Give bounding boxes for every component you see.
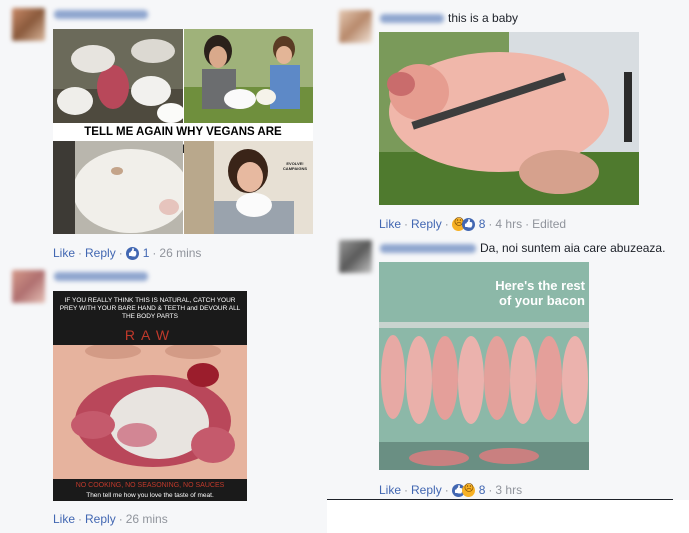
rabbit-photo (53, 141, 183, 234)
author-name[interactable] (380, 244, 476, 253)
comment-actions: Like · Reply · 26 mins (53, 512, 168, 526)
reaction-count[interactable]: 8 (479, 217, 486, 231)
image-text-bottom2: Then tell me how you love the taste of m… (86, 492, 214, 499)
reaction-count[interactable]: 1 (143, 246, 150, 260)
like-link[interactable]: Like (53, 512, 75, 526)
reply-link[interactable]: Reply (411, 483, 442, 497)
campaign-logo-text: EVOLVE! CAMPAIGNS (282, 161, 308, 171)
author-name[interactable] (380, 14, 444, 23)
divider (327, 499, 673, 500)
comment-text: this is a baby (448, 11, 519, 25)
sad-reaction-icon[interactable] (461, 483, 475, 497)
comment-actions: Like · Reply · 1 · 26 mins (53, 246, 201, 260)
author-name[interactable] (54, 10, 148, 19)
like-link[interactable]: Like (379, 483, 401, 497)
image-headline: Here's the rest of your bacon (495, 278, 585, 308)
piglet-photo (379, 32, 639, 205)
timestamp[interactable]: 4 hrs (495, 217, 522, 231)
birds-photo (53, 29, 183, 123)
piglet-image[interactable] (379, 32, 639, 205)
like-reaction-icon[interactable] (461, 217, 475, 231)
timestamp[interactable]: 26 mins (159, 246, 201, 260)
author-name[interactable] (54, 272, 148, 281)
avatar[interactable] (339, 10, 372, 43)
reply-link[interactable]: Reply (85, 512, 116, 526)
comment-actions: Like · Reply · 8 · 4 hrs · Edited (379, 217, 566, 232)
avatar[interactable] (12, 270, 45, 303)
image-text-bottom: NO COOKING, NO SEASONING, NO SAUCES (75, 482, 225, 489)
like-link[interactable]: Like (53, 246, 75, 260)
face-with-raw-meat-photo (53, 345, 247, 479)
reply-link[interactable]: Reply (411, 217, 442, 231)
bacon-image[interactable]: Here's the rest of your bacon (379, 262, 589, 470)
timestamp[interactable]: 26 mins (126, 512, 168, 526)
timestamp[interactable]: 3 hrs (495, 483, 522, 497)
image-text-raw: RAW (124, 327, 176, 343)
edited-label[interactable]: Edited (532, 217, 566, 231)
reaction-count[interactable]: 8 (479, 483, 486, 497)
rescuers-photo (184, 29, 313, 123)
raw-meat-image[interactable]: IF YOU REALLY THINK THIS IS NATURAL, CAT… (53, 291, 247, 501)
woman-with-rabbit-photo: EVOLVE! CAMPAIGNS (184, 141, 313, 234)
image-caption: TELL ME AGAIN WHY VEGANS ARE EXTREME? (53, 123, 313, 156)
like-link[interactable]: Like (379, 217, 401, 231)
avatar[interactable] (12, 8, 45, 41)
vegan-collage-image[interactable]: TELL ME AGAIN WHY VEGANS ARE EXTREME? EV… (53, 29, 313, 234)
image-text-top: IF YOU REALLY THINK THIS IS NATURAL, CAT… (59, 297, 241, 320)
avatar[interactable] (339, 240, 372, 273)
comment-text: Da, noi suntem aia care abuzeaza. (480, 241, 666, 255)
reply-link[interactable]: Reply (85, 246, 116, 260)
comment-actions: Like · Reply · 8 · 3 hrs (379, 483, 522, 498)
like-reaction-icon[interactable] (125, 246, 139, 260)
